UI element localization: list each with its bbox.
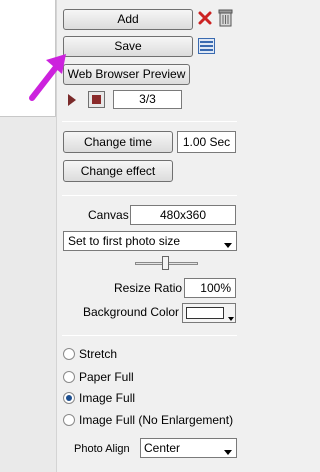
time-value-field[interactable]: 1.00 Sec (177, 131, 236, 153)
background-color-picker[interactable] (182, 303, 236, 323)
fit-option-stretch[interactable]: Stretch (63, 346, 233, 362)
dropdown-arrow-icon (228, 311, 234, 321)
photo-align-value: Center (144, 441, 181, 455)
fit-option-image-full[interactable]: Image Full (63, 390, 233, 406)
divider (62, 195, 237, 196)
divider (62, 335, 237, 336)
canvas-size-select[interactable]: Set to first photo size (63, 231, 237, 251)
resize-slider-thumb[interactable] (162, 256, 169, 270)
list-view-icon[interactable] (198, 38, 215, 54)
divider (62, 121, 237, 122)
stop-icon (92, 95, 101, 104)
photo-align-select[interactable]: Center (140, 438, 237, 458)
frame-counter: 3/3 (113, 90, 182, 109)
delete-x-icon[interactable] (197, 10, 213, 26)
fit-option-label: Stretch (79, 347, 118, 361)
fit-option-paper-full[interactable]: Paper Full (63, 369, 233, 385)
resize-ratio-label: Resize Ratio (114, 281, 183, 295)
add-button[interactable]: Add (63, 9, 193, 30)
fit-option-image-full-no-enlargement[interactable]: Image Full (No Enlargement) (63, 412, 238, 428)
pointer-arrow-icon (26, 48, 70, 104)
canvas-label: Canvas (88, 208, 129, 222)
fit-option-label: Paper Full (79, 370, 134, 384)
resize-ratio-field[interactable]: 100% (184, 278, 236, 298)
radio-image-full-no-enlargement[interactable] (63, 414, 75, 426)
fit-option-label: Image Full (79, 391, 136, 405)
save-button[interactable]: Save (63, 36, 193, 57)
background-color-label: Background Color (83, 305, 180, 319)
fit-option-label: Image Full (No Enlargement) (79, 413, 234, 427)
web-browser-preview-button[interactable]: Web Browser Preview (63, 64, 190, 85)
change-effect-button[interactable]: Change effect (63, 160, 173, 182)
canvas-size-field[interactable]: 480x360 (130, 205, 236, 225)
dropdown-arrow-icon (224, 445, 232, 455)
radio-stretch[interactable] (63, 348, 75, 360)
background-color-swatch (186, 307, 224, 319)
canvas-size-select-value: Set to first photo size (68, 234, 181, 248)
photo-align-label: Photo Align (74, 443, 130, 455)
trash-can-icon[interactable] (217, 8, 234, 27)
change-time-button[interactable]: Change time (63, 131, 173, 153)
radio-image-full[interactable] (63, 392, 75, 404)
stop-button[interactable] (88, 91, 105, 108)
radio-paper-full[interactable] (63, 371, 75, 383)
dropdown-arrow-icon (224, 238, 232, 248)
